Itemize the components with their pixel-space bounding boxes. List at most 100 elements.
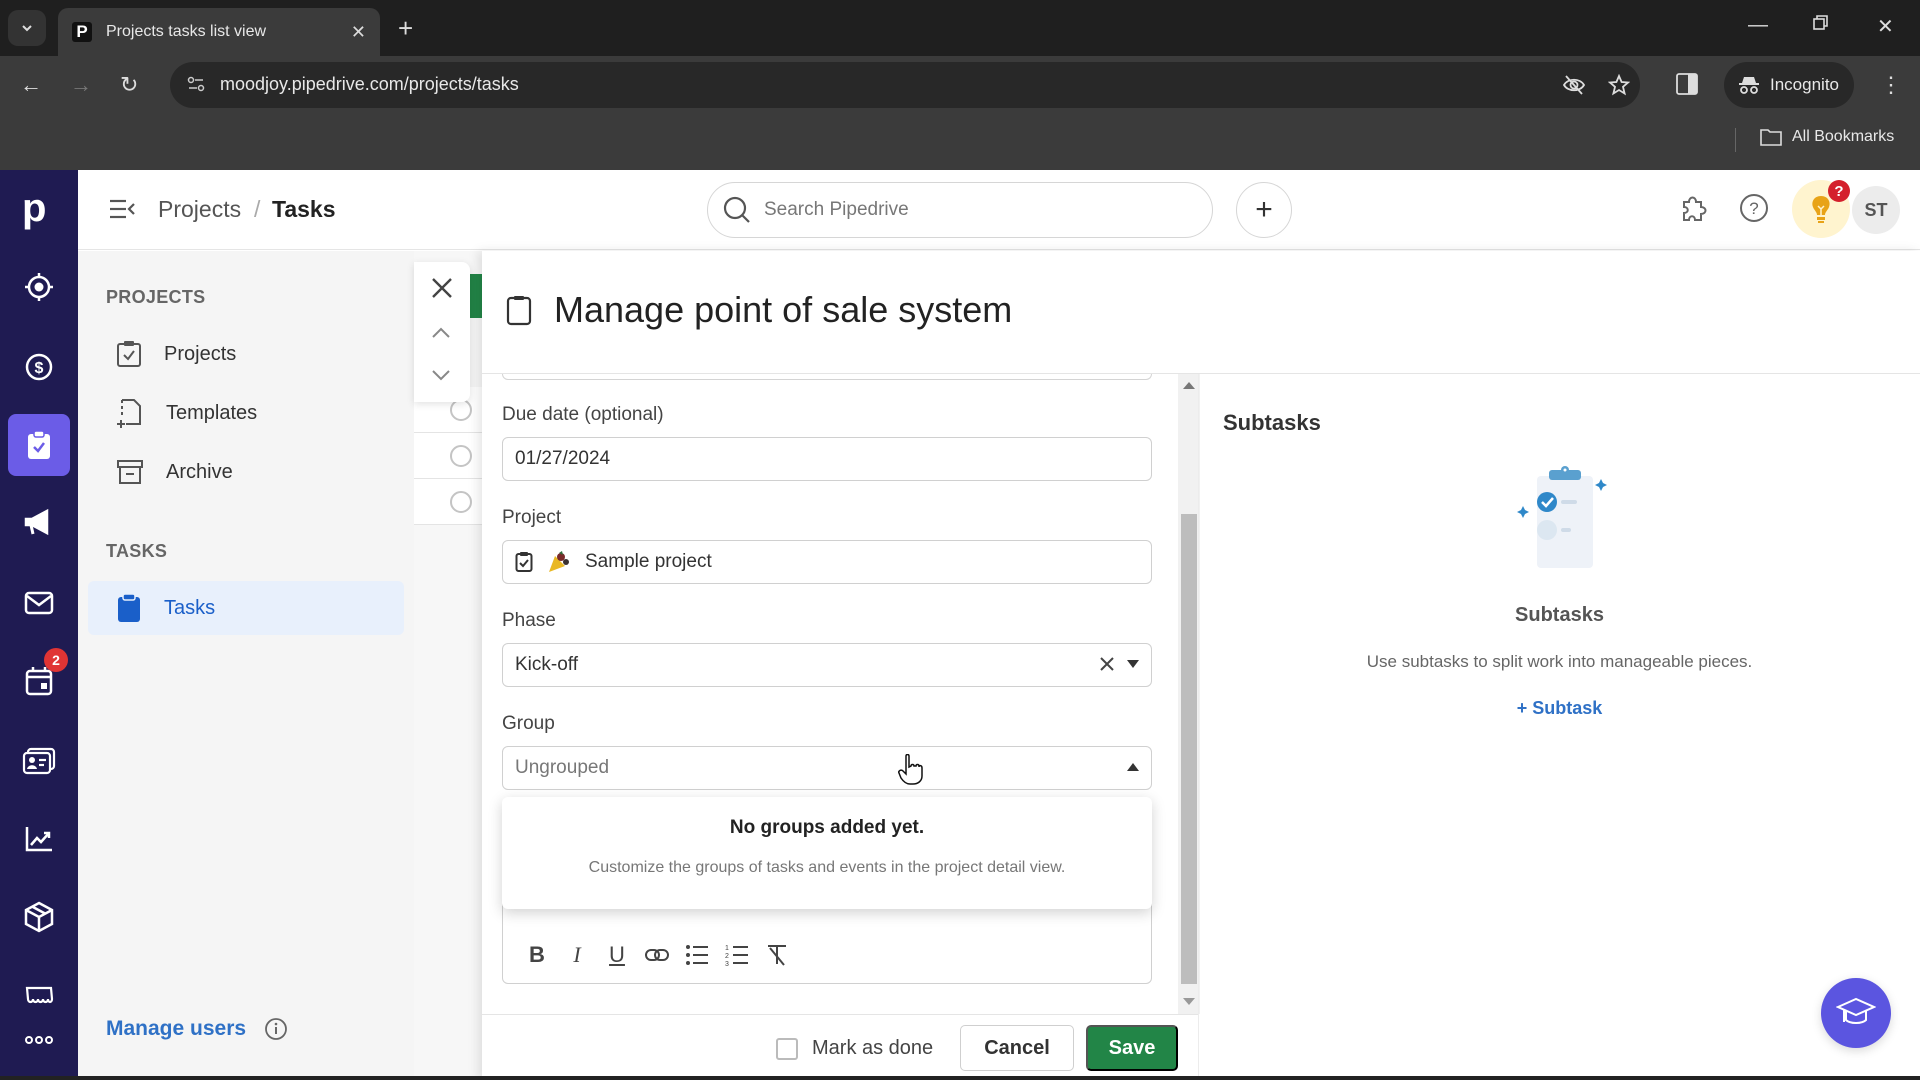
clear-format-icon[interactable] [765,943,789,967]
caret-up-icon[interactable] [1127,763,1139,771]
browser-menu-icon[interactable]: ⋮ [1880,72,1902,98]
rail-item-contacts[interactable] [8,730,70,792]
due-date-input[interactable]: 01/27/2024 [502,437,1152,481]
form-scrollbar[interactable] [1178,374,1200,1014]
scroll-up-arrow[interactable] [1183,382,1195,389]
rail-item-campaigns[interactable] [8,492,70,554]
phase-select-controls [1099,656,1139,672]
user-avatar[interactable]: ST [1852,186,1900,234]
bold-icon[interactable]: B [525,942,549,967]
forward-icon[interactable]: → [70,72,92,98]
subtasks-illustration [1509,464,1619,574]
task-complete-radio[interactable] [450,491,472,513]
task-title[interactable]: Manage point of sale system [554,289,1012,331]
sidebar-toggle-icon[interactable] [108,198,136,220]
tab-close-icon[interactable]: ✕ [351,22,366,43]
restore-icon[interactable] [1812,14,1830,32]
mail-icon [24,591,54,615]
rail-item-insights[interactable] [8,808,70,870]
all-bookmarks-button[interactable]: All Bookmarks [1760,128,1894,146]
sidebar-item-templates[interactable]: Templates [88,386,404,440]
mark-as-done[interactable]: Mark as done [776,1037,933,1060]
italic-icon[interactable]: I [565,942,589,967]
rail-item-deals[interactable]: $ [8,336,70,398]
link-icon[interactable] [645,943,669,967]
phase-label: Phase [502,610,556,631]
breadcrumb-tasks: Tasks [272,196,336,222]
group-select[interactable]: Ungrouped [502,746,1152,790]
incognito-profile-button[interactable]: Incognito [1724,62,1854,108]
previous-task-icon[interactable] [430,326,452,340]
group-select-controls [1127,763,1139,771]
next-task-icon[interactable] [430,368,452,382]
bulleted-list-icon[interactable] [685,943,709,967]
cancel-button[interactable]: Cancel [960,1025,1074,1071]
search-input[interactable]: Search Pipedrive [707,182,1213,238]
projects-sidebar: PROJECTS Projects Templates Archive TASK… [78,251,414,1080]
task-row[interactable] [414,433,486,479]
mouse-pointer-icon [898,754,924,786]
back-icon[interactable]: ← [20,72,42,98]
tasks-section-heading: TASKS [106,541,168,561]
all-bookmarks-label: All Bookmarks [1792,128,1895,145]
rail-item-activities[interactable]: 2 [8,648,70,712]
task-complete-radio[interactable] [450,445,472,467]
reload-icon[interactable]: ↻ [120,72,138,98]
help-icon[interactable]: ? [1738,192,1770,224]
rail-item-products[interactable] [8,886,70,948]
due-date-value: 01/27/2024 [515,448,611,469]
academy-button[interactable] [1821,978,1891,1048]
scroll-down-arrow[interactable] [1183,998,1195,1005]
project-input[interactable]: Sample project [502,540,1152,584]
tips-button[interactable]: ? [1792,180,1850,238]
task-row[interactable] [414,479,486,525]
address-bar[interactable]: moodjoy.pipedrive.com/projects/tasks [170,62,1640,108]
minimize-icon[interactable]: — [1748,14,1768,37]
manage-users: Manage users [106,1017,288,1041]
panel-nav-card [414,262,470,402]
tab-search-button[interactable] [8,10,46,46]
site-info-icon[interactable] [186,74,206,94]
close-panel-icon[interactable] [430,276,454,300]
rail-item-more[interactable] [8,1020,70,1060]
caret-down-icon[interactable] [1127,660,1139,668]
rail-item-projects[interactable] [8,414,70,476]
extensions-icon[interactable] [1678,192,1708,224]
breadcrumb-projects[interactable]: Projects [158,196,241,223]
numbered-list-icon[interactable]: 123 [725,943,749,967]
archive-icon [117,460,143,484]
phase-select[interactable]: Kick-off [502,643,1152,687]
sidebar-item-projects[interactable]: Projects [88,327,404,381]
sidebar-item-tasks[interactable]: Tasks [88,581,404,635]
info-icon[interactable] [264,1017,288,1041]
rail-item-marketplace[interactable] [8,964,70,1026]
add-subtask-button[interactable]: + Subtask [1199,698,1920,719]
eye-off-icon[interactable] [1562,74,1586,96]
url-text[interactable]: moodjoy.pipedrive.com/projects/tasks [220,74,519,95]
rail-item-mail[interactable] [8,572,70,634]
manage-users-link[interactable]: Manage users [106,1017,246,1041]
target-icon [25,273,53,301]
subtasks-empty-text: Use subtasks to split work into manageab… [1366,652,1753,671]
new-tab-button[interactable]: + [398,14,413,42]
mark-as-done-checkbox[interactable] [776,1037,798,1060]
window-close-icon[interactable]: ✕ [1877,14,1894,39]
pipedrive-logo[interactable]: p [22,188,46,228]
scrollbar-thumb[interactable] [1181,514,1197,984]
underline-icon[interactable]: U [605,942,629,967]
clear-icon[interactable] [1099,656,1115,672]
save-button[interactable]: Save [1086,1025,1178,1071]
graduation-cap-icon [1836,997,1876,1024]
sidebar-item-archive[interactable]: Archive [88,445,404,499]
incognito-icon [1739,77,1759,94]
browser-tab-active[interactable]: P Projects tasks list view ✕ [58,8,380,56]
task-complete-radio[interactable] [450,399,472,421]
side-panel-icon[interactable] [1676,72,1698,96]
bookmark-star-icon[interactable] [1608,74,1630,96]
rail-item-leads[interactable] [8,256,70,318]
group-label: Group [502,713,555,734]
party-popper-icon [549,551,569,572]
quick-add-button[interactable]: + [1236,182,1292,238]
clipboard-check-icon [117,341,141,367]
calendar-icon [25,667,53,696]
